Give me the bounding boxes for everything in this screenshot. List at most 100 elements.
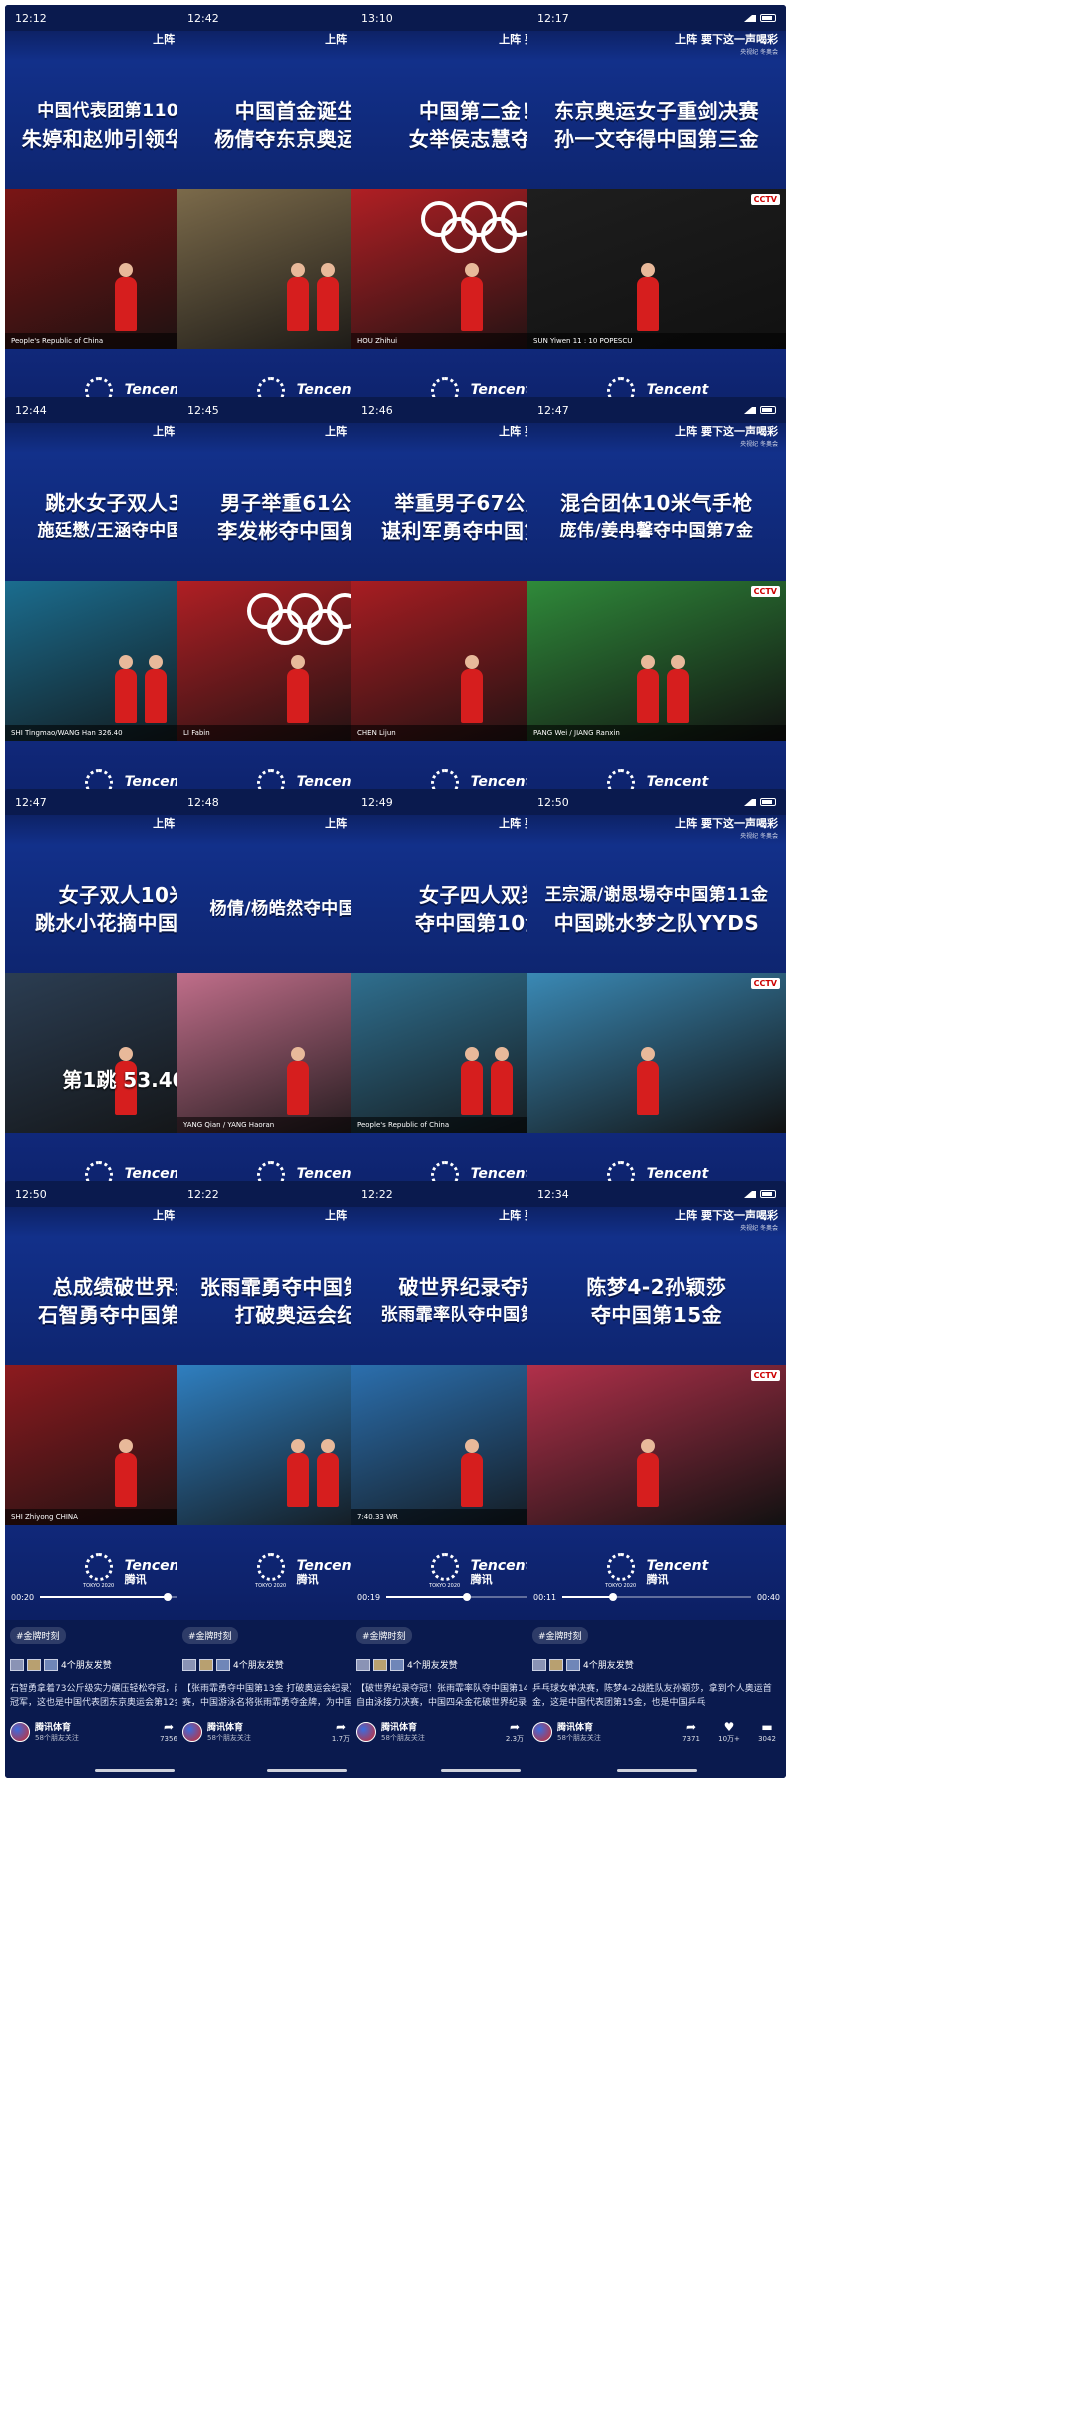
comment-button[interactable]: ▬3042 [752,1720,782,1744]
title-line: 东京奥运女子重剑决赛 [554,99,759,123]
tencent-en: Tencent [470,381,533,398]
emblem-text: TOKYO 2020 [255,1582,287,1589]
like-count: 10万+ [718,1735,740,1743]
account-avatar-icon[interactable] [10,1721,30,1742]
status-bar: 12:50 [527,789,786,815]
title-line: 中国跳水梦之队YYDS [553,911,760,935]
status-time: 12:50 [537,795,569,809]
account-followers: 58个朋友关注 [35,1734,79,1742]
friend-likes-text: 4个朋友发赞 [233,1661,284,1671]
account-info[interactable]: 腾讯体育58个朋友关注 [356,1720,425,1743]
header-slogan: 上阵 要下这一声喝彩央视纪 冬奥会 [527,815,786,845]
friend-avatar [532,1658,546,1671]
friend-avatar [10,1658,24,1671]
account-info[interactable]: 腾讯体育58个朋友关注 [10,1720,79,1743]
video-frame[interactable]: CCTV PANG Wei / JIANG Ranxin [527,581,786,741]
progress-track[interactable] [562,1593,751,1601]
friend-avatar [566,1658,580,1671]
status-icons [744,798,776,806]
friend-likes[interactable]: 4个朋友发赞 [182,1658,284,1671]
share-icon: ➦ [685,1720,697,1734]
tencent-en: Tencent [296,1165,359,1182]
hashtag-chip[interactable]: #金牌时刻 [182,1627,238,1644]
video-progress[interactable]: 00:11 00:40 [527,1589,786,1605]
status-bar: 12:34 [527,1181,786,1207]
tencent-logo: Tencent腾讯 [471,1558,533,1586]
account-info[interactable]: 腾讯体育58个朋友关注 [182,1720,251,1743]
share-count: 1.7万 [331,1735,351,1743]
account-avatar-icon[interactable] [532,1721,552,1742]
friend-likes[interactable]: 4个朋友发赞 [356,1658,458,1671]
home-indicator[interactable] [266,1769,347,1772]
progress-knob[interactable] [463,1593,472,1601]
tencent-cn: 腾讯 [296,1573,319,1587]
status-time: 12:45 [187,403,219,417]
screenshot-grid: 12:12上阵 要下这一声喝彩央视纪 冬奥会中国代表团第110位入场朱婷和赵帅引… [0,0,1080,2432]
signal-icon [744,1190,756,1198]
share-button[interactable]: ➦ 7371 [676,1720,706,1744]
friend-likes[interactable]: 4个朋友发赞 [10,1658,112,1671]
slogan-subtext: 央视纪 冬奥会 [740,441,778,448]
athlete-figure [317,263,339,331]
account-text: 腾讯体育58个朋友关注 [381,1720,425,1743]
video-card[interactable]: 12:34 上阵 要下这一声喝彩 央视纪 冬奥会 陈梦4-2孙颖莎 夺中国第15金 CCT… [527,1181,786,1778]
share-button[interactable]: ➦ 2.3万 [500,1720,530,1744]
video-frame[interactable]: CCTV SUN Yiwen 11 : 10 POPESCU [527,189,786,349]
tencent-en: Tencent [296,381,359,398]
slogan-text: 上阵 要下这一声喝彩 [675,1209,778,1222]
friend-avatar [44,1658,58,1671]
emblem-text: TOKYO 2020 [83,1582,115,1589]
header-slogan: 上阵 要下这一声喝彩央视纪 冬奥会 [527,1207,786,1237]
title-line: 中国第二金！ [419,99,542,123]
share-count: 7371 [682,1735,700,1743]
account-avatar-icon[interactable] [356,1721,376,1742]
home-indicator[interactable] [94,1769,175,1772]
video-frame[interactable]: CCTV [527,973,786,1133]
emblem-text: TOKYO 2020 [605,1582,637,1589]
tokyo-emblem-icon: TOKYO 2020 [605,1552,637,1593]
cctv-logo: CCTV [750,194,780,205]
friend-avatar [373,1658,387,1671]
video-description[interactable]: 乒乓球女单决赛，陈梦4-2战胜队友孙颖莎，拿到个人奥运首金，这是中国代表团第15… [532,1682,782,1710]
status-time: 12:44 [15,403,47,417]
signal-icon [744,14,756,22]
athlete-figure [461,1439,483,1507]
status-icons [744,406,776,414]
ring [306,609,343,645]
tencent-logo: Tencent腾讯 [647,1558,709,1586]
friend-likes-text: 4个朋友发赞 [407,1661,458,1671]
account-info[interactable]: 腾讯体育58个朋友关注 [532,1720,601,1743]
battery-icon [760,798,776,806]
home-indicator[interactable] [440,1769,521,1772]
title-line: 庞伟/姜冉馨夺中国第7金 [559,521,754,541]
video-title: 东京奥运女子重剑决赛 孙一文夺得中国第三金 [527,61,786,189]
account-avatar-icon[interactable] [182,1721,202,1742]
athlete-figure [461,1047,483,1115]
olympic-rings [420,201,541,253]
tokyo-emblem-icon: TOKYO 2020 [255,1552,287,1593]
status-time: 12:48 [187,795,219,809]
comment-count: 3042 [758,1735,776,1743]
like-button[interactable]: ♥10万+ [714,1720,744,1744]
progress-knob[interactable] [164,1593,173,1601]
status-time: 12:50 [15,1187,47,1201]
hashtag-chip[interactable]: #金牌时刻 [532,1627,588,1644]
hashtag-chip[interactable]: #金牌时刻 [10,1627,66,1644]
share-count: 2.3万 [505,1735,525,1743]
home-indicator[interactable] [616,1769,697,1772]
title-line: 陈梦4-2孙颖莎 [586,1275,727,1299]
share-count: 7356 [160,1735,178,1743]
video-title: 陈梦4-2孙颖莎 夺中国第15金 [527,1237,786,1365]
emblem-circle [606,1552,635,1581]
friend-avatar [27,1658,41,1671]
video-frame[interactable]: CCTV [527,1365,786,1525]
battery-icon [760,1190,776,1198]
friend-likes[interactable]: 4个朋友发赞 [532,1658,634,1671]
hashtag-chip[interactable]: #金牌时刻 [356,1627,412,1644]
progress-knob[interactable] [609,1593,618,1601]
account-followers: 58个朋友关注 [207,1734,251,1742]
emblem-circle [256,1552,285,1581]
tokyo-emblem-icon: TOKYO 2020 [83,1552,115,1593]
share-icon: ➦ [335,1720,347,1734]
status-time: 12:22 [187,1187,219,1201]
